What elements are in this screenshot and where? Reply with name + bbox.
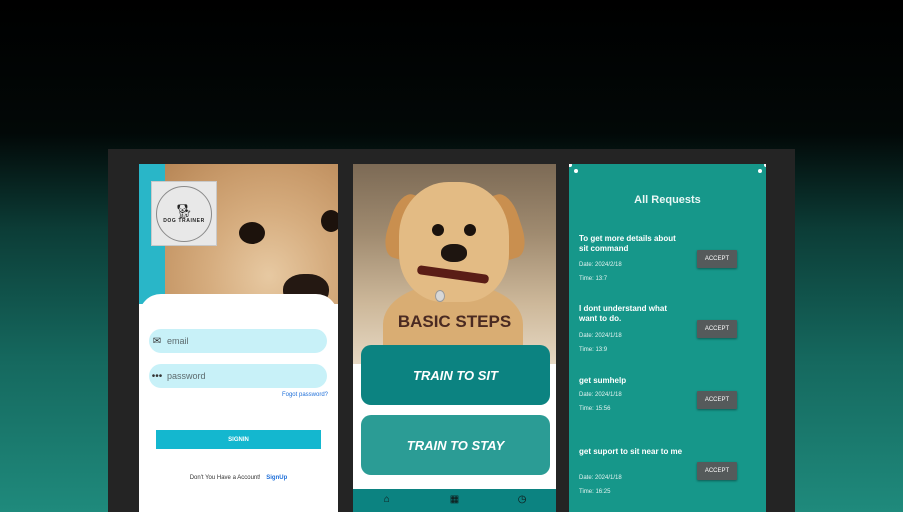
password-icon: ••• bbox=[151, 370, 163, 382]
login-screen: 🐕︎ DOG TRAINER ✉ email ••• password Fogo… bbox=[139, 164, 338, 512]
login-header: 🐕︎ DOG TRAINER bbox=[139, 164, 338, 304]
home-icon[interactable]: ⌂ bbox=[372, 494, 402, 505]
train-to-sit-button[interactable]: TRAIN TO SIT bbox=[361, 345, 550, 405]
mail-icon: ✉ bbox=[152, 335, 162, 347]
dog-icon: 🐕︎ bbox=[175, 202, 193, 219]
accept-button[interactable]: ACCEPT bbox=[697, 462, 737, 480]
password-field[interactable]: ••• password bbox=[149, 364, 327, 388]
dashboard-icon[interactable]: ▦ bbox=[439, 494, 469, 505]
page-title: BASIC STEPS bbox=[397, 312, 512, 331]
email-placeholder: email bbox=[167, 336, 189, 346]
basic-steps-screen: BASIC STEPS TRAIN TO SIT TRAIN TO STAY ⌂… bbox=[353, 164, 556, 512]
request-item: get suport to sit near to me Date: 2024/… bbox=[579, 447, 759, 507]
request-time: Time: 13:7 bbox=[579, 276, 608, 282]
request-date: Date: 2024/1/18 bbox=[579, 392, 622, 398]
all-requests-screen: All Requests To get more details about s… bbox=[569, 164, 766, 512]
bottom-nav: ⌂ ▦ ◷ bbox=[353, 489, 556, 512]
puppy-image bbox=[353, 164, 556, 364]
request-date: Date: 2024/1/18 bbox=[579, 333, 622, 339]
preview-canvas: 🐕︎ DOG TRAINER ✉ email ••• password Fogo… bbox=[108, 149, 795, 512]
request-item: I dont understand what want to do. Date:… bbox=[579, 304, 759, 364]
request-time: Time: 15:56 bbox=[579, 406, 611, 412]
signup-row: Don't You Have a Account! SignUp bbox=[139, 475, 338, 481]
signup-link[interactable]: SignUp bbox=[266, 475, 287, 481]
signin-button[interactable]: SIGNIN bbox=[156, 430, 321, 449]
train-to-stay-button[interactable]: TRAIN TO STAY bbox=[361, 415, 550, 475]
request-time: Time: 16:25 bbox=[579, 489, 611, 495]
dog-trainer-logo: 🐕︎ DOG TRAINER bbox=[151, 181, 217, 246]
request-message: get suport to sit near to me bbox=[579, 447, 683, 456]
accept-button[interactable]: ACCEPT bbox=[697, 320, 737, 338]
request-message: get sumhelp bbox=[579, 376, 627, 385]
request-date: Date: 2024/1/18 bbox=[579, 475, 622, 481]
accept-button[interactable]: ACCEPT bbox=[697, 250, 737, 268]
request-message: I dont understand what want to do. bbox=[579, 304, 667, 323]
request-date: Date: 2024/2/18 bbox=[579, 262, 622, 268]
request-item: To get more details about sit command Da… bbox=[579, 234, 759, 294]
selection-handle[interactable] bbox=[569, 164, 572, 167]
email-field[interactable]: ✉ email bbox=[149, 329, 327, 353]
password-placeholder: password bbox=[167, 371, 206, 381]
page-title: All Requests bbox=[634, 194, 701, 206]
accept-button[interactable]: ACCEPT bbox=[697, 391, 737, 409]
clock-icon[interactable]: ◷ bbox=[507, 494, 537, 505]
no-account-text: Don't You Have a Account! bbox=[189, 475, 261, 481]
selection-handle[interactable] bbox=[574, 169, 578, 173]
request-item: get sumhelp Date: 2024/1/18 Time: 15:56 … bbox=[579, 376, 759, 436]
forgot-password-link[interactable]: Fogot password? bbox=[282, 392, 328, 398]
selection-handle[interactable] bbox=[758, 169, 762, 173]
selection-handle[interactable] bbox=[764, 164, 766, 167]
request-message: To get more details about sit command bbox=[579, 234, 676, 253]
request-time: Time: 13:9 bbox=[579, 347, 608, 353]
